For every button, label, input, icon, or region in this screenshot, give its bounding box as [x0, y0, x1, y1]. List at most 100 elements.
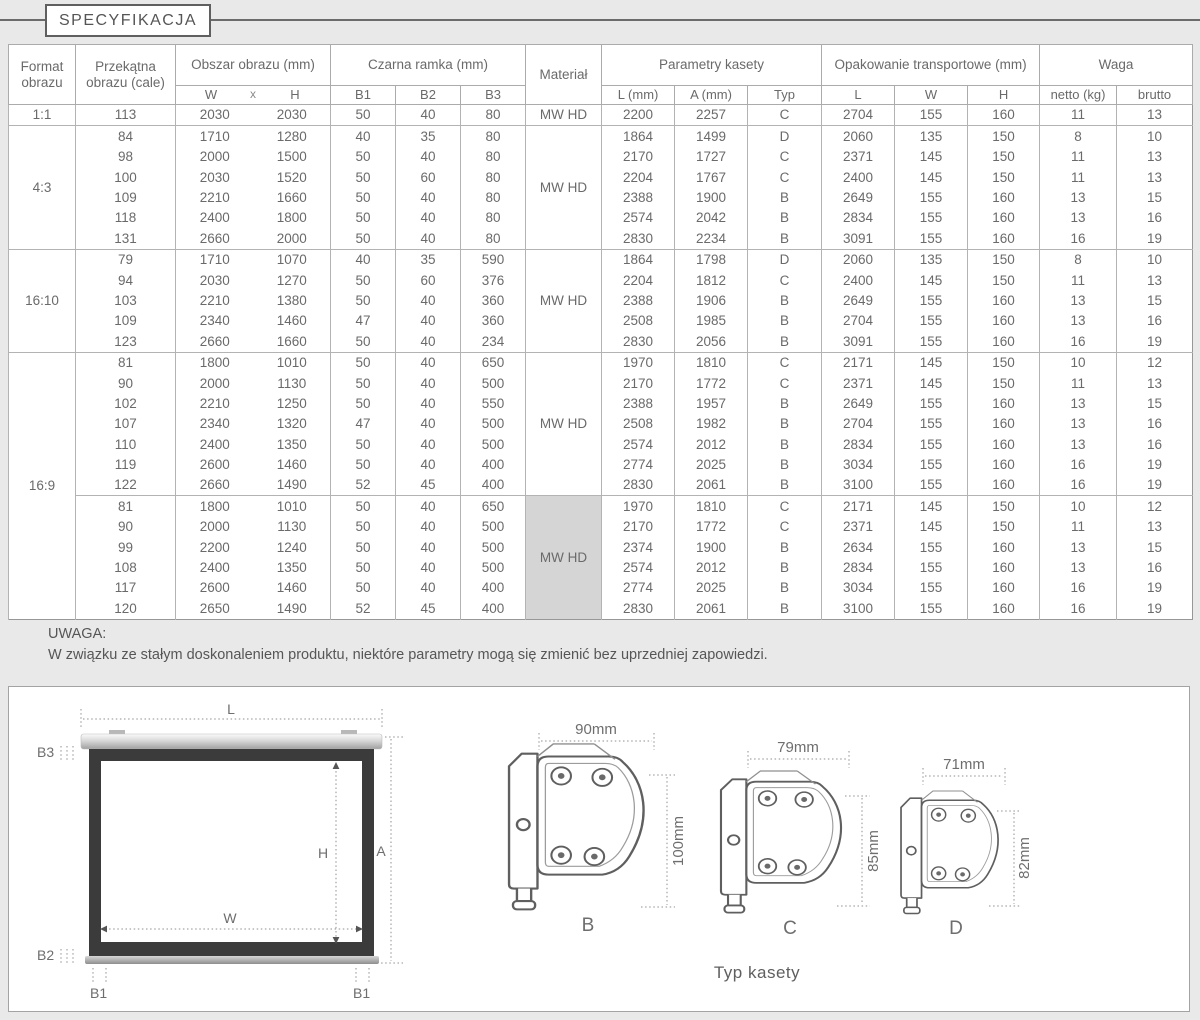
spec-cell: 500 [461, 434, 526, 454]
spec-cell: 131 [76, 228, 176, 249]
spec-cell: 160 [968, 475, 1040, 496]
spec-cell: 160 [968, 228, 1040, 249]
spec-cell: 80 [461, 105, 526, 126]
spec-cell: 13 [1040, 311, 1117, 331]
spec-cell: 13 [1040, 414, 1117, 434]
spec-cell: 1010 [254, 352, 331, 373]
spec-cell: 1864 [602, 249, 675, 270]
spec-cell: 2574 [602, 434, 675, 454]
spec-cell: C [748, 517, 822, 537]
spec-cell: 2371 [822, 147, 895, 167]
spec-cell: 40 [396, 455, 461, 475]
spec-cell: 155 [895, 578, 968, 598]
spec-cell: 2704 [822, 311, 895, 331]
spec-cell: 50 [331, 578, 396, 598]
spec-cell: B [748, 475, 822, 496]
spec-cell: 160 [968, 558, 1040, 578]
spec-cell: 2574 [602, 558, 675, 578]
spec-cell: 160 [968, 331, 1040, 352]
spec-cell: 16 [1040, 578, 1117, 598]
spec-cell: 150 [968, 373, 1040, 393]
dim-label-l: L [227, 701, 235, 717]
spec-cell: 2042 [675, 208, 748, 228]
spec-cell: 80 [461, 188, 526, 208]
cassette-b-width-label: 90mm [575, 721, 617, 738]
spec-cell: 1970 [602, 352, 675, 373]
spec-cell: 45 [396, 598, 461, 619]
spec-cell: 40 [396, 517, 461, 537]
spec-cell: D [748, 249, 822, 270]
spec-cell: 13 [1117, 105, 1193, 126]
spec-cell: 13 [1040, 537, 1117, 557]
spec-cell: 155 [895, 434, 968, 454]
spec-cell: 11 [1040, 270, 1117, 290]
page-title: SPECYFIKACJA [45, 4, 211, 37]
spec-cell: 118 [76, 208, 176, 228]
spec-cell: 2650 [176, 598, 254, 619]
spec-cell: 1010 [254, 496, 331, 517]
spec-cell: 11 [1040, 517, 1117, 537]
header-format: Format obrazu [9, 45, 76, 105]
spec-cell: 2374 [602, 537, 675, 557]
spec-cell: 360 [461, 291, 526, 311]
spec-cell: 1900 [675, 188, 748, 208]
spec-cell: 650 [461, 352, 526, 373]
spec-cell: 47 [331, 414, 396, 434]
spec-cell: 160 [968, 598, 1040, 619]
spec-cell: 1490 [254, 598, 331, 619]
spec-cell: 155 [895, 414, 968, 434]
spec-cell: 50 [331, 167, 396, 187]
spec-cell: 50 [331, 208, 396, 228]
dim-label-b1-right: B1 [353, 985, 370, 1001]
spec-cell: 50 [331, 373, 396, 393]
spec-cell: 10 [1040, 496, 1117, 517]
spec-table-head: Format obrazu Przekątna obrazu (cale) Ob… [9, 45, 1193, 105]
spec-cell: 40 [331, 249, 396, 270]
spec-cell: 13 [1117, 147, 1193, 167]
header-parametry-kasety: Parametry kasety [602, 45, 822, 86]
spec-cell: 113 [76, 105, 176, 126]
spec-cell: 35 [396, 126, 461, 147]
spec-cell: 1906 [675, 291, 748, 311]
spec-cell: 15 [1117, 393, 1193, 413]
spec-cell: 50 [331, 517, 396, 537]
spec-cell: 2340 [176, 414, 254, 434]
spec-cell: 15 [1117, 188, 1193, 208]
spec-cell: 155 [895, 311, 968, 331]
spec-cell: 12 [1117, 352, 1193, 373]
spec-cell: 1350 [254, 434, 331, 454]
header-w: W [176, 88, 246, 103]
table-row: 16:1079171010704035590MW HD18641798D2060… [9, 249, 1193, 270]
spec-cell: 15 [1117, 537, 1193, 557]
spec-cell: 155 [895, 455, 968, 475]
spec-cell: 2030 [176, 270, 254, 290]
spec-cell: 160 [968, 414, 1040, 434]
spec-cell: C [748, 105, 822, 126]
spec-cell: 60 [396, 270, 461, 290]
spec-cell: 50 [331, 291, 396, 311]
spec-cell: 155 [895, 208, 968, 228]
cassette-d-drawing: 71mm 82mm D [901, 756, 1033, 939]
spec-cell: 40 [396, 228, 461, 249]
spec-cell: 10 [1117, 126, 1193, 147]
spec-cell: 2056 [675, 331, 748, 352]
spec-cell: D [748, 126, 822, 147]
spec-cell: 2400 [822, 167, 895, 187]
spec-cell: 1499 [675, 126, 748, 147]
spec-cell: 1380 [254, 291, 331, 311]
spec-cell: 2704 [822, 414, 895, 434]
spec-cell: 135 [895, 249, 968, 270]
dim-label-b2: B2 [37, 947, 54, 963]
spec-cell: 160 [968, 105, 1040, 126]
cassette-b-type-label: B [582, 915, 595, 936]
spec-cell: 2012 [675, 558, 748, 578]
spec-cell: 12 [1117, 496, 1193, 517]
spec-cell: 1250 [254, 393, 331, 413]
spec-cell: 19 [1117, 228, 1193, 249]
spec-cell: 40 [396, 393, 461, 413]
spec-cell: 1130 [254, 517, 331, 537]
spec-cell: 2649 [822, 393, 895, 413]
diagram-panel: L B3 H A W [8, 686, 1190, 1012]
cassette-b-drawing: 90mm 100mm B [509, 721, 687, 936]
spec-cell: 2000 [176, 147, 254, 167]
